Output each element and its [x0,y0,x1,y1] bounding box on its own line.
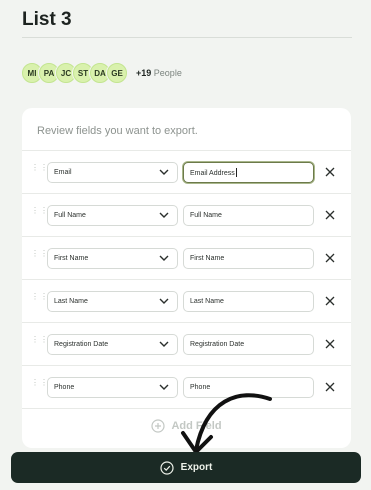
chevron-down-icon [159,341,169,347]
field-select-value: First Name [54,254,89,262]
field-select[interactable]: First Name [47,247,178,269]
chevron-down-icon [159,212,169,218]
column-label-value: Phone [190,383,211,391]
close-icon[interactable] [325,253,335,263]
plus-circle-icon [151,419,166,433]
close-icon[interactable] [325,382,335,392]
people-count: +19 People [136,68,182,78]
field-select[interactable]: Full Name [47,204,178,226]
export-fields-card: Review fields you want to export. ⋮⋮ Ema… [22,108,351,448]
chevron-down-icon [159,255,169,261]
column-label-value: Email Address [184,168,237,177]
field-row: ⋮⋮ Full Name Full Name [22,194,351,237]
column-label-input[interactable]: Registration Date [183,333,314,355]
chevron-down-icon [159,384,169,390]
close-icon[interactable] [325,296,335,306]
column-label-value: Last Name [190,297,224,305]
drag-handle-icon[interactable]: ⋮⋮ [31,164,48,177]
drag-handle-icon[interactable]: ⋮⋮ [31,336,48,349]
field-row: ⋮⋮ Phone Phone [22,366,351,409]
field-select-value: Registration Date [54,340,109,348]
column-label-input[interactable]: Email Address [183,161,314,183]
drag-handle-icon[interactable]: ⋮⋮ [31,379,48,392]
field-row: ⋮⋮ Registration Date Registration Date [22,323,351,366]
field-row: ⋮⋮ Last Name Last Name [22,280,351,323]
export-label: Export [180,462,213,473]
chevron-down-icon [159,169,169,175]
column-label-input[interactable]: Phone [183,376,314,398]
people-label: People [153,68,182,78]
avatar-group[interactable]: MI PA JC ST DA GE +19 People [22,63,182,83]
card-heading: Review fields you want to export. [37,125,198,137]
column-label-value: Registration Date [190,340,245,348]
title-divider [22,37,352,38]
field-select[interactable]: Email [47,161,178,183]
column-label-value: First Name [190,254,225,262]
export-button[interactable]: Export [11,452,361,483]
add-field-button[interactable]: Add Field [22,419,351,433]
field-select-value: Phone [54,383,75,391]
drag-handle-icon[interactable]: ⋮⋮ [31,293,48,306]
chevron-down-icon [159,298,169,304]
field-row: ⋮⋮ First Name First Name [22,237,351,280]
check-circle-icon [160,460,174,475]
column-label-input[interactable]: Full Name [183,204,314,226]
avatar: GE [107,63,127,83]
page-title: List 3 [22,9,72,30]
field-rows: ⋮⋮ Email Email Address ⋮⋮ Full Name Full… [22,150,351,409]
extra-count: +19 [136,68,152,78]
column-label-input[interactable]: First Name [183,247,314,269]
drag-handle-icon[interactable]: ⋮⋮ [31,250,48,263]
field-row: ⋮⋮ Email Email Address [22,151,351,194]
close-icon[interactable] [325,210,335,220]
close-icon[interactable] [325,339,335,349]
field-select-value: Last Name [54,297,88,305]
field-select[interactable]: Last Name [47,290,178,312]
field-select-value: Email [54,168,72,176]
drag-handle-icon[interactable]: ⋮⋮ [31,207,48,220]
column-label-input[interactable]: Last Name [183,290,314,312]
add-field-label: Add Field [171,420,222,432]
field-select[interactable]: Registration Date [47,333,178,355]
close-icon[interactable] [325,167,335,177]
column-label-value: Full Name [190,211,222,219]
field-select-value: Full Name [54,211,86,219]
field-select[interactable]: Phone [47,376,178,398]
